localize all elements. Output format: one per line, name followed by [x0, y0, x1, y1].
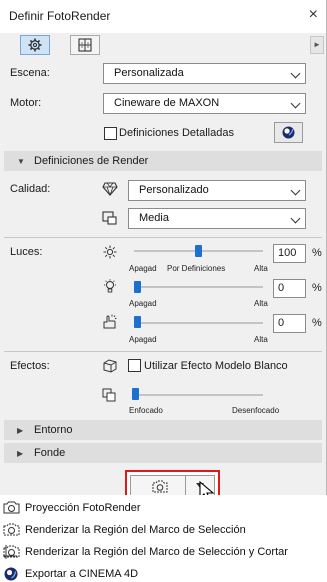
triangle-down-icon: ▼	[17, 157, 25, 166]
slider-mid-caption: Por Definiciones	[167, 264, 226, 273]
bulb-light-slider-thumb[interactable]	[134, 281, 141, 293]
focus-slider-thumb[interactable]	[132, 388, 139, 400]
hand-light-icon	[103, 314, 117, 329]
bulb-light-slider[interactable]	[134, 286, 263, 288]
hand-light-value-input[interactable]: 0	[273, 314, 306, 333]
triangle-right-icon: ▶	[17, 449, 24, 458]
tab-bar: ►	[0, 33, 326, 57]
menu-item-render-marquee-region[interactable]: Renderizar la Región del Marco de Selecc…	[0, 519, 327, 541]
slider-min-caption: Apagad	[129, 335, 157, 344]
percent-unit: %	[312, 317, 322, 329]
cinema4d-icon	[282, 126, 295, 139]
escena-select[interactable]: Personalizada	[103, 63, 306, 84]
focus-slider[interactable]	[132, 394, 263, 396]
motor-label: Motor:	[10, 97, 42, 109]
motor-select[interactable]: Cineware de MAXON	[103, 93, 306, 114]
triangle-right-icon: ▶	[17, 426, 24, 435]
white-model-checkbox[interactable]	[128, 359, 141, 372]
camera-marquee-icon	[3, 523, 20, 536]
environment-header[interactable]: ▶ Entorno	[4, 420, 322, 440]
cube-icon	[103, 359, 117, 373]
bulb-icon	[104, 279, 116, 293]
chevron-down-icon	[290, 185, 301, 196]
white-model-label: Utilizar Efecto Modelo Blanco	[144, 360, 288, 372]
slider-max-caption: Alta	[254, 264, 268, 273]
close-icon[interactable]: ×	[309, 6, 318, 24]
split-divider	[185, 476, 186, 495]
calidad-level-value: Media	[139, 212, 169, 224]
render-camera-icon[interactable]	[151, 478, 169, 494]
menu-item-label: Proyección FotoRender	[25, 502, 141, 514]
menu-item-render-marquee-crop[interactable]: Renderizar la Región del Marco de Selecc…	[0, 541, 327, 563]
escena-value: Personalizada	[114, 67, 184, 79]
slider-min-caption: Apagad	[129, 264, 157, 273]
percent-unit: %	[312, 247, 322, 259]
background-title: Fonde	[34, 447, 66, 459]
title-bar[interactable]: Definir FotoRender ×	[0, 0, 326, 33]
resolution-icon	[102, 211, 117, 225]
menu-item-export-cinema4d[interactable]: Exportar a CINEMA 4D	[0, 563, 327, 582]
detailed-settings-label: Definiciones Detalladas	[119, 127, 234, 139]
calidad-preset-select[interactable]: Personalizado	[128, 180, 306, 201]
cinema4d-icon	[4, 567, 18, 581]
hand-light-slider-thumb[interactable]	[134, 316, 141, 328]
window-title: Definir FotoRender	[9, 9, 111, 23]
gear-icon	[28, 38, 42, 52]
detailed-settings-checkbox[interactable]	[104, 127, 117, 140]
percent-unit: %	[312, 282, 322, 294]
slider-max-caption: Alta	[254, 299, 268, 308]
camera-crop-icon	[3, 545, 20, 559]
calidad-level-select[interactable]: Media	[128, 208, 306, 229]
escena-label: Escena:	[10, 67, 50, 79]
tab-settings[interactable]	[20, 35, 50, 55]
calidad-preset-value: Personalizado	[139, 184, 209, 196]
chevron-down-icon	[290, 68, 301, 79]
calidad-label: Calidad:	[10, 183, 51, 195]
focus-min-caption: Enfocado	[129, 406, 163, 415]
divider	[4, 237, 322, 238]
tab-size[interactable]	[70, 35, 100, 55]
tabs-scroll-arrow[interactable]: ►	[310, 36, 324, 54]
camera-icon	[3, 501, 20, 514]
menu-item-label: Renderizar la Región del Marco de Selecc…	[25, 546, 288, 558]
bulb-light-value-input[interactable]: 0	[273, 279, 306, 298]
sun-light-slider-thumb[interactable]	[195, 245, 202, 257]
sun-icon	[103, 245, 117, 259]
photorender-palette: Definir FotoRender × ► Escena: Personali…	[0, 0, 327, 496]
cinema4d-button[interactable]	[274, 122, 303, 143]
environment-title: Entorno	[34, 424, 73, 436]
render-dropdown-menu: Proyección FotoRender Renderizar la Regi…	[0, 495, 327, 582]
motor-value: Cineware de MAXON	[114, 97, 220, 109]
hand-light-slider[interactable]	[134, 322, 263, 324]
sun-light-value-input[interactable]: 100	[273, 244, 306, 263]
luces-label: Luces:	[10, 246, 43, 258]
focus-icon	[102, 388, 116, 402]
slider-min-caption: Apagad	[129, 299, 157, 308]
menu-item-label: Exportar a CINEMA 4D	[25, 568, 139, 580]
slider-max-caption: Alta	[254, 335, 268, 344]
menu-item-photorender-projection[interactable]: Proyección FotoRender	[0, 497, 327, 519]
chevron-down-icon	[290, 98, 301, 109]
background-header[interactable]: ▶ Fonde	[4, 443, 322, 463]
menu-item-label: Renderizar la Región del Marco de Selecc…	[25, 524, 246, 536]
grid-icon	[78, 38, 92, 52]
focus-max-caption: Desenfocado	[232, 406, 280, 415]
chevron-down-icon	[290, 213, 301, 224]
diamond-icon	[102, 182, 118, 196]
divider	[4, 351, 322, 352]
efectos-label: Efectos:	[10, 360, 50, 372]
render-settings-title: Definiciones de Render	[34, 155, 149, 167]
render-settings-header[interactable]: ▼ Definiciones de Render	[4, 151, 322, 171]
